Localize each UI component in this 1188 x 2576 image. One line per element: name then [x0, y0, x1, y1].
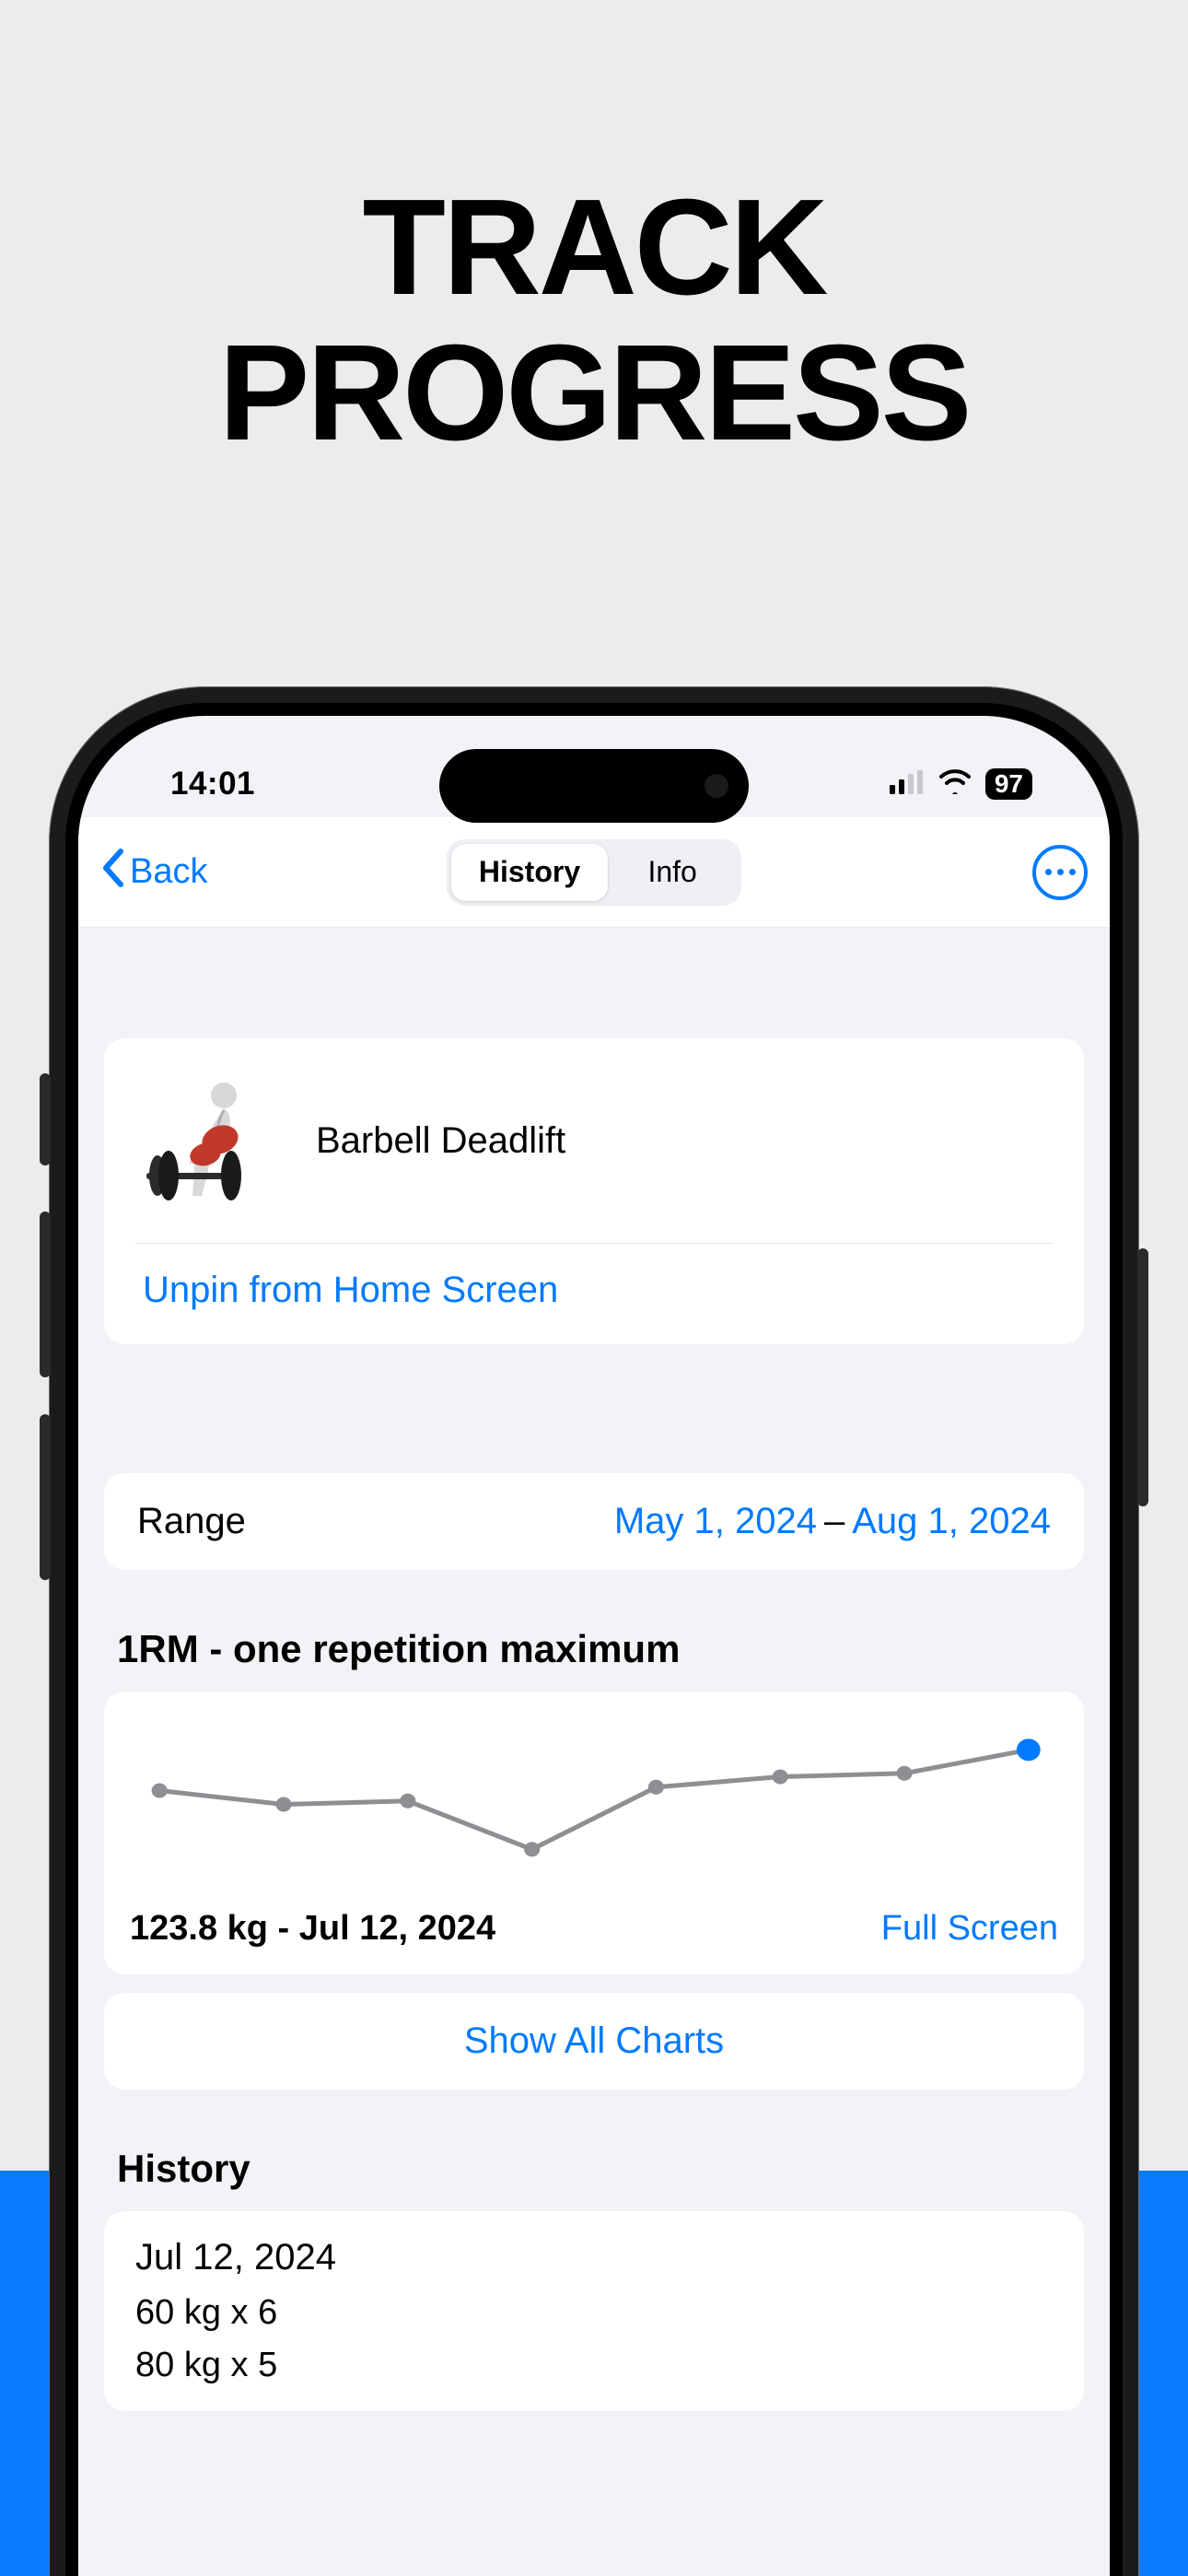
unpin-button[interactable]: Unpin from Home Screen: [104, 1244, 1084, 1344]
chart-section-title: 1RM - one repetition maximum: [117, 1627, 1071, 1671]
phone-side-button: [40, 1073, 51, 1165]
chart-footer: 123.8 kg - Jul 12, 2024 Full Screen: [130, 1909, 1058, 1949]
ellipsis-icon: [1057, 869, 1064, 875]
segmented-control: History Info: [447, 839, 741, 906]
range-start: May 1, 2024: [614, 1501, 817, 1542]
history-date: Jul 12, 2024: [135, 2237, 1053, 2278]
navigation-bar: Back History Info: [78, 817, 1110, 928]
phone-screen: 14:01 97 Back: [78, 716, 1110, 2576]
more-button[interactable]: [1032, 845, 1088, 900]
wifi-icon: [938, 766, 973, 802]
history-set: 80 kg x 5: [135, 2346, 1053, 2385]
history-section-title: History: [117, 2147, 1071, 2191]
phone-frame: 14:01 97 Back: [49, 686, 1139, 2576]
fullscreen-button[interactable]: Full Screen: [881, 1909, 1058, 1949]
phone-bezel: 14:01 97 Back: [65, 703, 1123, 2576]
show-all-charts-button[interactable]: Show All Charts: [104, 1993, 1084, 2090]
ellipsis-icon: [1045, 869, 1052, 875]
promo-line2: PROGRESS: [0, 321, 1188, 466]
exercise-header: Barbell Deadlift: [104, 1038, 1084, 1243]
back-button[interactable]: Back: [100, 848, 207, 897]
exercise-name: Barbell Deadlift: [316, 1120, 565, 1162]
ellipsis-icon: [1069, 869, 1076, 875]
battery-level: 97: [995, 769, 1023, 799]
range-label: Range: [137, 1501, 246, 1542]
chart-card: 123.8 kg - Jul 12, 2024 Full Screen: [104, 1692, 1084, 1974]
phone-power-button: [1137, 1248, 1148, 1506]
range-card[interactable]: Range May 1, 2024 – Aug 1, 2024: [104, 1473, 1084, 1570]
range-end: Aug 1, 2024: [852, 1501, 1051, 1542]
range-separator: –: [817, 1501, 852, 1542]
content-area: Barbell Deadlift Unpin from Home Screen …: [78, 1038, 1110, 2411]
dynamic-island: [439, 749, 749, 823]
promo-line1: TRACK: [0, 175, 1188, 321]
chart-stat: 123.8 kg - Jul 12, 2024: [130, 1909, 495, 1949]
promo-headline: TRACK PROGRESS: [0, 175, 1188, 467]
line-chart: [130, 1710, 1058, 1885]
tab-info[interactable]: Info: [608, 844, 737, 901]
history-set: 60 kg x 6: [135, 2293, 1053, 2333]
chevron-left-icon: [100, 848, 126, 897]
battery-indicator: 97: [985, 768, 1032, 800]
exercise-illustration: [141, 1071, 279, 1210]
exercise-card: Barbell Deadlift Unpin from Home Screen: [104, 1038, 1084, 1344]
back-label: Back: [130, 852, 207, 892]
history-entry: Jul 12, 2024 60 kg x 6 80 kg x 5: [104, 2211, 1084, 2411]
cellular-icon: [890, 766, 925, 802]
phone-volume-down-button: [40, 1414, 51, 1580]
tab-history[interactable]: History: [451, 844, 608, 901]
chart-area[interactable]: [130, 1710, 1058, 1885]
phone-volume-up-button: [40, 1212, 51, 1377]
